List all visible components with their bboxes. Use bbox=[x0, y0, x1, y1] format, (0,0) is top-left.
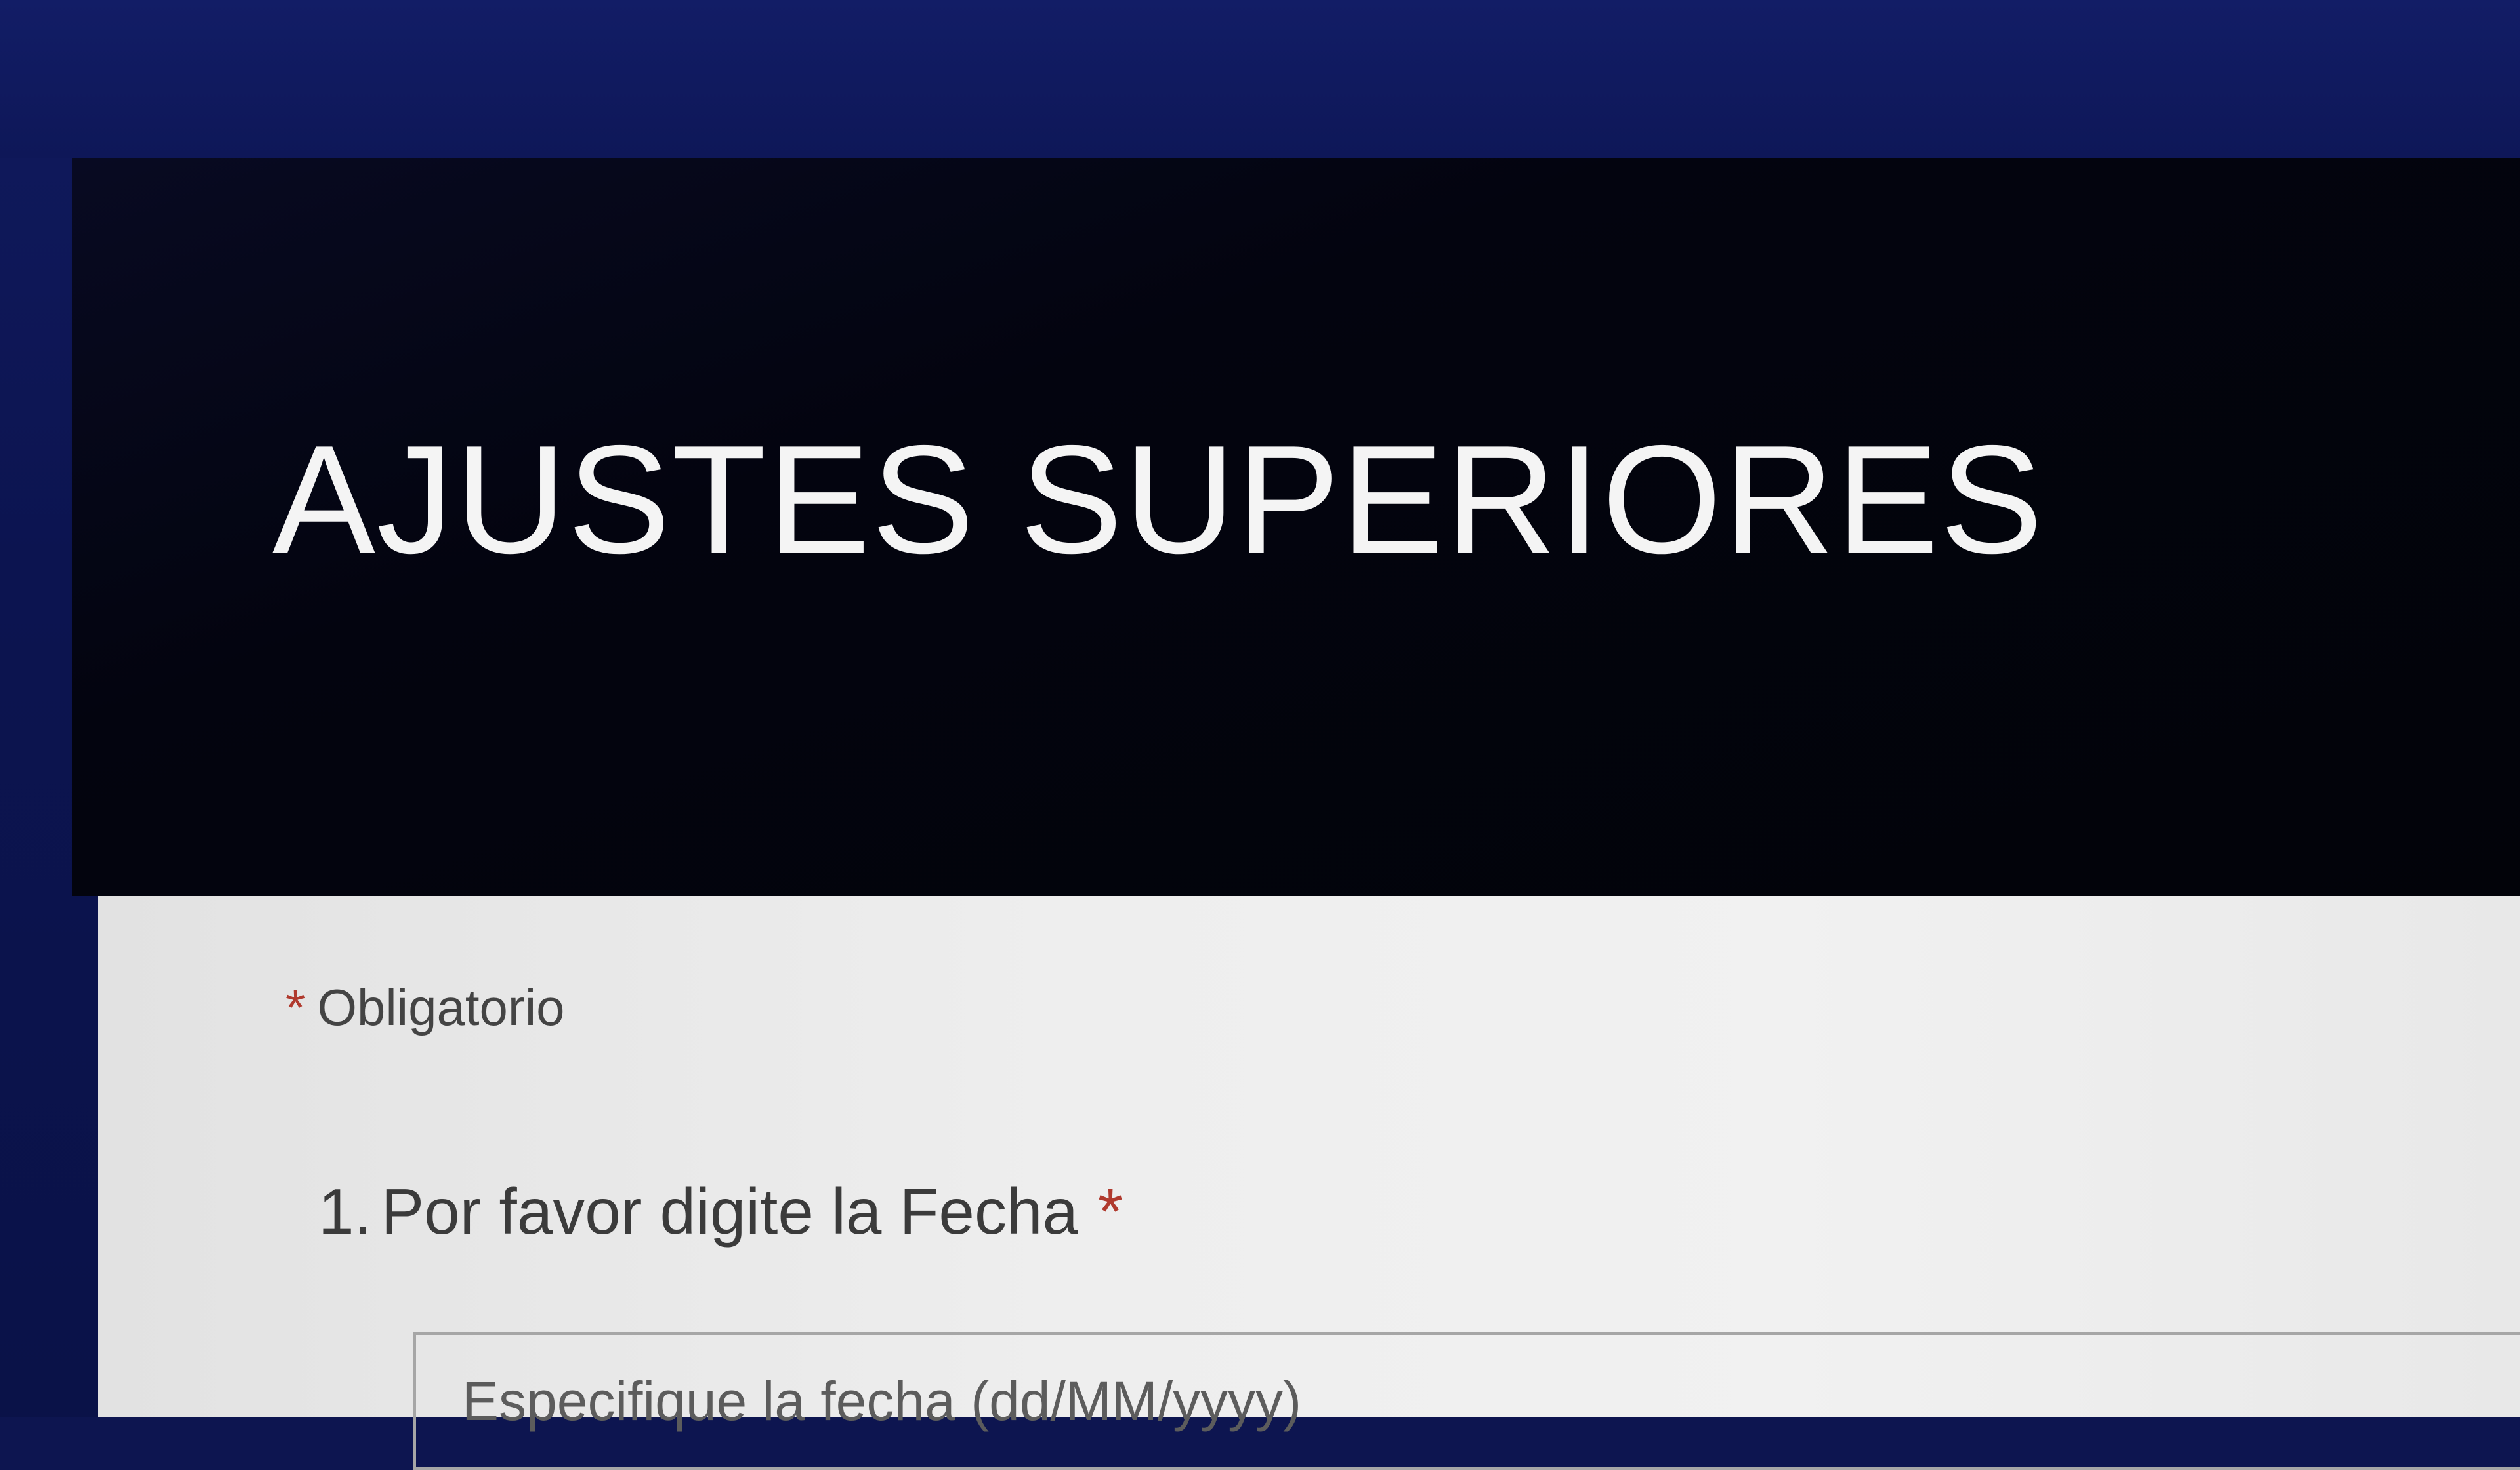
form-header-banner: AJUSTES SUPERIORES bbox=[72, 158, 2520, 896]
form-window: AJUSTES SUPERIORES * Obligatorio 1. Por fa… bbox=[72, 131, 2520, 1470]
form-title: AJUSTES SUPERIORES bbox=[272, 413, 2044, 585]
question-text: Por favor digite la Fecha bbox=[381, 1175, 1078, 1248]
question-required-asterisk: * bbox=[1097, 1175, 1124, 1248]
required-asterisk: * bbox=[285, 978, 306, 1036]
required-note-label: Obligatorio bbox=[317, 978, 565, 1036]
monitor-screen: AJUSTES SUPERIORES * Obligatorio 1. Por fa… bbox=[0, 0, 2520, 1470]
date-input-field[interactable] bbox=[413, 1332, 2520, 1470]
form-body: * Obligatorio 1. Por favor digite la Fecha… bbox=[98, 896, 2520, 1470]
question-1-label: 1. Por favor digite la Fecha * bbox=[318, 1175, 1123, 1249]
question-number: 1. bbox=[318, 1175, 372, 1248]
required-note: * Obligatorio bbox=[285, 978, 565, 1038]
